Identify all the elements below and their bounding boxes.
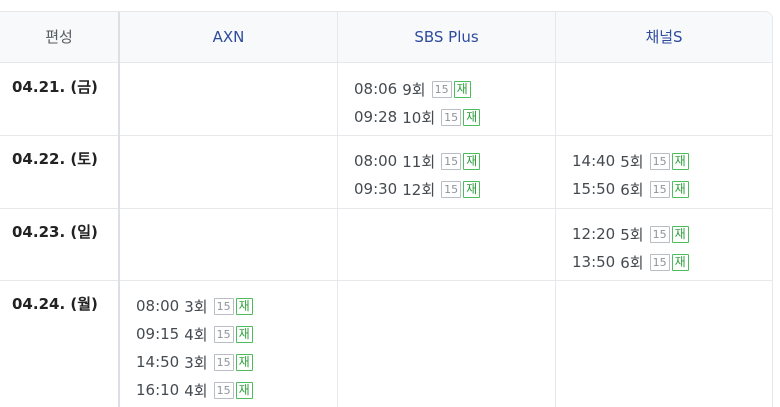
- broadcast-time: 09:15: [136, 325, 180, 343]
- broadcast-time: 09:28: [354, 108, 398, 126]
- broadcast-time: 14:40: [572, 152, 616, 170]
- broadcast-entry[interactable]: 12:20 5회 15 재: [572, 220, 689, 248]
- broadcast-time: 09:30: [354, 180, 398, 198]
- episode-number: 6회: [620, 180, 644, 199]
- broadcast-time: 08:06: [354, 80, 398, 98]
- episode-number: 10회: [402, 108, 436, 127]
- broadcast-entry[interactable]: 09:30 12회 15 재: [354, 175, 481, 203]
- table-row: 04.22. (토) 08:00 11회 15 재 09:30 12회 15 재 14:40 5회 1…: [0, 135, 772, 209]
- header-label: 편성: [45, 28, 73, 46]
- row-date: 04.23. (일): [12, 223, 98, 241]
- rerun-badge: 재: [671, 253, 689, 271]
- episode-number: 9회: [402, 80, 426, 99]
- age-rating-badge: 15: [441, 152, 462, 170]
- rerun-badge: 재: [463, 180, 481, 198]
- column-divider: [337, 12, 338, 407]
- broadcast-time: 12:20: [572, 225, 616, 243]
- broadcast-entry[interactable]: 08:06 9회 15 재: [354, 75, 480, 103]
- broadcast-time: 13:50: [572, 253, 616, 271]
- rerun-badge: 재: [463, 152, 481, 170]
- rerun-badge: 재: [235, 325, 253, 343]
- age-rating-badge: 15: [649, 152, 670, 170]
- age-rating-badge: 15: [649, 253, 670, 271]
- rerun-badge: 재: [235, 353, 253, 371]
- episode-number: 5회: [620, 152, 644, 171]
- broadcast-entry[interactable]: 13:50 6회 15 재: [572, 248, 689, 276]
- table-row: 04.24. (월) 08:00 3회 15 재 09:15 4회 15 재 14:50 3회 15 재…: [0, 280, 772, 407]
- rerun-badge: 재: [235, 297, 253, 315]
- age-rating-badge: 15: [213, 325, 234, 343]
- table-row: 04.23. (일) 12:20 5회 15 재 13:50 6회 15 재: [0, 208, 772, 281]
- table-row: 04.21. (금) 08:06 9회 15 재 09:28 10회 15 재: [0, 63, 772, 136]
- broadcast-entry[interactable]: 15:50 6회 15 재: [572, 175, 689, 203]
- broadcast-time: 08:00: [136, 297, 180, 315]
- broadcast-entry[interactable]: 16:10 4회 15 재: [136, 376, 253, 404]
- age-rating-badge: 15: [441, 180, 462, 198]
- age-rating-badge: 15: [213, 381, 234, 399]
- channel-sbs-plus[interactable]: SBS Plus: [338, 12, 555, 62]
- age-rating-badge: 15: [213, 353, 234, 371]
- channel-channel-s[interactable]: 채널S: [556, 12, 772, 62]
- age-rating-badge: 15: [649, 225, 670, 243]
- row-date: 04.22. (토): [12, 150, 98, 168]
- age-rating-badge: 15: [441, 108, 462, 126]
- row-date: 04.21. (금): [12, 78, 98, 96]
- episode-number: 3회: [184, 353, 208, 372]
- episode-number: 4회: [184, 381, 208, 400]
- age-rating-badge: 15: [649, 180, 670, 198]
- column-divider: [118, 12, 120, 407]
- table-header: 편성 AXN SBS Plus 채널S: [0, 12, 772, 63]
- rerun-badge: 재: [463, 108, 481, 126]
- row-date: 04.24. (월): [12, 295, 98, 313]
- episode-number: 4회: [184, 325, 208, 344]
- episode-number: 3회: [184, 297, 208, 316]
- episode-number: 6회: [620, 253, 644, 272]
- channel-axn[interactable]: AXN: [120, 12, 337, 62]
- schedule-cell: 08:00 11회 15 재 09:30 12회 15 재: [354, 147, 481, 203]
- broadcast-entry[interactable]: 08:00 11회 15 재: [354, 147, 481, 175]
- schedule-cell: 12:20 5회 15 재 13:50 6회 15 재: [572, 220, 689, 276]
- rerun-badge: 재: [671, 225, 689, 243]
- schedule-cell: 14:40 5회 15 재 15:50 6회 15 재: [572, 147, 689, 203]
- broadcast-entry[interactable]: 09:15 4회 15 재: [136, 320, 253, 348]
- episode-number: 11회: [402, 152, 436, 171]
- age-rating-badge: 15: [431, 80, 452, 98]
- broadcast-time: 14:50: [136, 353, 180, 371]
- rerun-badge: 재: [453, 80, 471, 98]
- episode-number: 5회: [620, 225, 644, 244]
- rerun-badge: 재: [671, 180, 689, 198]
- schedule-cell: 08:06 9회 15 재 09:28 10회 15 재: [354, 75, 481, 131]
- rerun-badge: 재: [235, 381, 253, 399]
- broadcast-entry[interactable]: 08:00 3회 15 재: [136, 292, 253, 320]
- broadcast-entry[interactable]: 14:50 3회 15 재: [136, 348, 253, 376]
- age-rating-badge: 15: [213, 297, 234, 315]
- broadcast-entry[interactable]: 09:28 10회 15 재: [354, 103, 481, 131]
- rerun-badge: 재: [671, 152, 689, 170]
- broadcast-time: 15:50: [572, 180, 616, 198]
- schedule-cell: 08:00 3회 15 재 09:15 4회 15 재 14:50 3회 15 재 16:10 4회 15 재: [136, 292, 253, 404]
- broadcast-time: 08:00: [354, 152, 398, 170]
- episode-number: 12회: [402, 180, 436, 199]
- broadcast-entry[interactable]: 14:40 5회 15 재: [572, 147, 689, 175]
- column-divider: [555, 12, 556, 407]
- broadcast-time: 16:10: [136, 381, 180, 399]
- schedule-table: 편성 AXN SBS Plus 채널S 04.21. (금) 08:06 9회 15 재…: [0, 11, 773, 407]
